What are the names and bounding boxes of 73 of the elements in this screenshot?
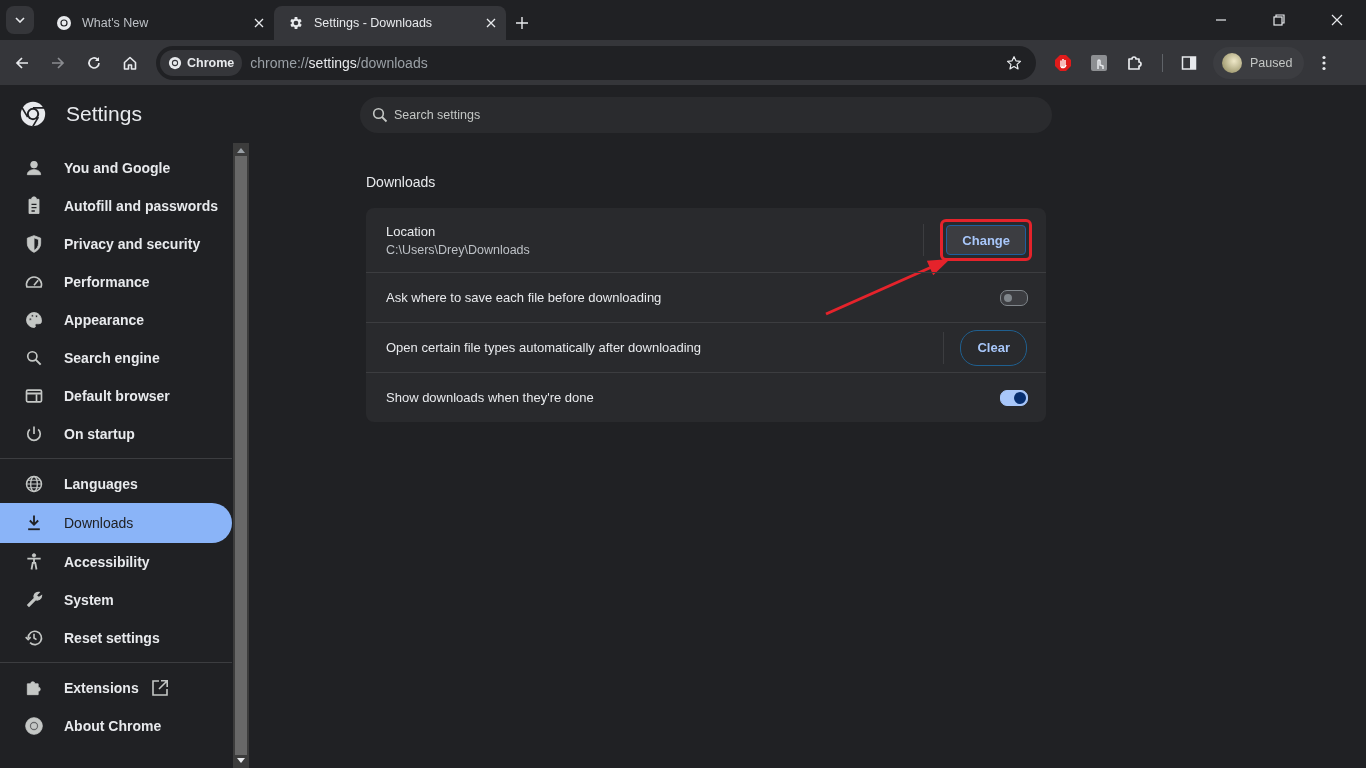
puzzle-icon[interactable]	[1126, 53, 1144, 72]
close-icon[interactable]	[486, 18, 496, 28]
url-text: chrome://	[250, 54, 309, 71]
sidebar-item[interactable]: Autofill and passwords	[0, 187, 232, 225]
toggle-switch[interactable]	[1000, 389, 1028, 406]
external-link-icon[interactable]	[150, 679, 169, 697]
folder-path: C:\Users\Drey\Downloads	[386, 242, 531, 257]
browser-tab[interactable]: What's New	[42, 6, 274, 40]
tab-title: What's New	[82, 16, 150, 30]
home-icon[interactable]	[122, 54, 138, 71]
new-tab-icon[interactable]	[516, 17, 528, 29]
person-icon	[24, 158, 44, 178]
sidebar-item[interactable]: Reset settings	[0, 619, 232, 657]
address-bar[interactable]: Chrome chrome://settings/downloads	[156, 45, 1036, 80]
accessibility-icon	[24, 552, 44, 572]
chevron-down-icon	[15, 17, 25, 23]
forward-arrow-icon[interactable]	[50, 54, 66, 71]
sidebar-item[interactable]: You and Google	[0, 149, 232, 187]
search-icon	[24, 348, 44, 368]
clear-button[interactable]: Clear	[960, 329, 1027, 366]
search-icon	[372, 107, 388, 123]
setting-label: Ask where to save each file before downloading	[386, 290, 663, 305]
close-icon[interactable]	[254, 18, 264, 28]
side-panel-icon[interactable]	[1181, 54, 1197, 71]
power-icon	[24, 424, 44, 444]
sidebar-item[interactable]: Appearance	[0, 301, 232, 339]
globe-icon	[24, 474, 44, 494]
setting-label: Open certain file types automatically after downloading	[386, 340, 703, 355]
sidebar-item[interactable]: On startup	[0, 415, 232, 453]
close-icon[interactable]	[1331, 14, 1343, 26]
browser-tab[interactable]: Settings - Downloads	[274, 6, 506, 40]
sidebar-item[interactable]: Languages	[0, 465, 232, 503]
star-icon[interactable]	[1006, 54, 1022, 71]
toggle-switch[interactable]	[1000, 289, 1028, 306]
search-field[interactable]: Search settings	[360, 97, 1052, 133]
tab-title: Settings - Downloads	[314, 16, 434, 30]
chip-label: Chrome	[187, 55, 235, 70]
browser-icon	[24, 386, 44, 406]
profile-button[interactable]: Paused	[1213, 46, 1305, 79]
sidebar-item[interactable]: Privacy and security	[0, 225, 232, 263]
sidebar-item[interactable]: Default browser	[0, 377, 232, 415]
sidebar-item[interactable]: Accessibility	[0, 543, 232, 581]
restore-icon[interactable]	[1273, 14, 1285, 26]
wrench-icon	[24, 590, 44, 610]
scrollbar[interactable]	[233, 143, 249, 768]
reload-icon[interactable]	[86, 54, 102, 71]
profile-status: Paused	[1250, 55, 1293, 70]
sidebar-item[interactable]: Extensions	[0, 669, 232, 707]
change-button[interactable]: Change	[946, 225, 1026, 255]
gear-icon	[288, 15, 304, 31]
sidebar-item[interactable]: Downloads	[0, 503, 232, 543]
stop-hand-icon[interactable]	[1054, 53, 1072, 72]
palette-icon	[24, 310, 44, 330]
back-arrow-icon[interactable]	[14, 54, 30, 71]
scroll-up-icon[interactable]	[237, 148, 245, 153]
history-icon	[24, 628, 44, 648]
sidebar-item[interactable]: Performance	[0, 263, 232, 301]
avatar-icon	[1222, 52, 1242, 73]
sidebar-item[interactable]: About Chrome	[0, 707, 232, 745]
tab-search-button[interactable]	[6, 6, 34, 34]
url-text: /downloads	[356, 54, 428, 71]
url-text: settings	[308, 54, 357, 71]
setting-label: Location	[386, 223, 437, 239]
sidebar-item[interactable]: Search engine	[0, 339, 232, 377]
sidebar-item[interactable]: System	[0, 581, 232, 619]
shield-icon	[24, 234, 44, 254]
puzzle-icon	[24, 678, 44, 698]
scroll-down-icon[interactable]	[237, 758, 245, 763]
settings-title: Settings	[66, 102, 142, 126]
setting-label: Show downloads when they're done	[386, 390, 595, 405]
menu-icon[interactable]	[1322, 54, 1327, 71]
site-chip[interactable]: Chrome	[160, 49, 243, 76]
section-heading: Downloads	[366, 174, 437, 190]
